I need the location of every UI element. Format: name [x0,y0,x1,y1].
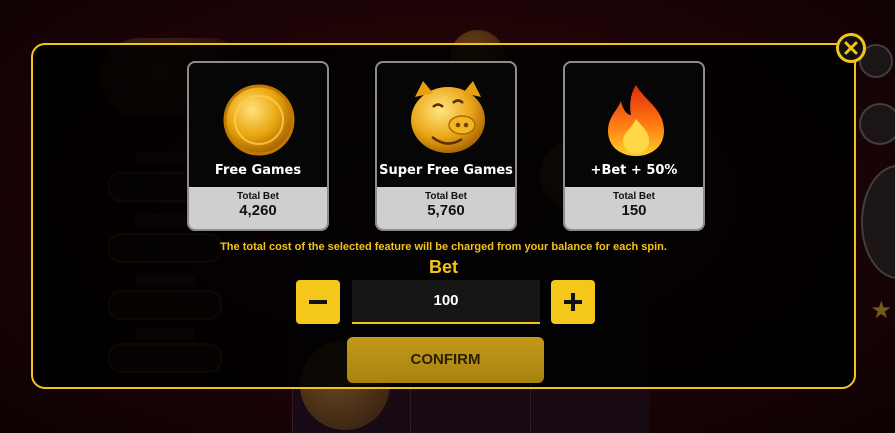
increase-bet-button[interactable] [551,280,595,324]
feature-card-free-games[interactable]: Free Games Total Bet 4,260 [187,61,329,231]
plus-icon [564,293,582,311]
bet-value-field[interactable]: 100 [352,280,540,324]
feature-card-bet-boost[interactable]: +Bet + 50% Total Bet 150 [563,61,705,231]
autoplay-button[interactable] [859,103,895,145]
total-bet-value: 150 [621,202,647,219]
close-icon [844,41,858,55]
cost-notice: The total cost of the selected feature w… [220,241,667,253]
golden-pig-icon [411,81,485,153]
spin-button[interactable] [861,165,895,279]
card-footer: Total Bet 5,760 [377,187,515,229]
gold-coin-icon [223,84,295,156]
bet-label: Bet [428,257,458,277]
feature-card-super-free-games[interactable]: Super Free Games Total Bet 5,760 [375,61,517,231]
game-screen: ★ Free Games Total Bet 4,260 Super Free … [0,0,895,433]
total-bet-value: 4,260 [239,202,277,219]
total-bet-value: 5,760 [427,202,465,219]
close-button[interactable] [836,33,866,63]
card-footer: Total Bet 150 [565,187,703,229]
decrease-bet-button[interactable] [296,280,340,324]
total-bet-label: Total Bet [424,191,468,202]
confirm-button[interactable]: CONFIRM [347,337,544,383]
star-icon[interactable]: ★ [870,296,892,324]
minus-icon [309,300,327,304]
card-title: +Bet + 50% [590,163,678,178]
card-title: Super Free Games [379,163,513,178]
flame-icon [608,85,664,156]
total-bet-label: Total Bet [612,191,656,202]
card-title: Free Games [214,163,302,178]
card-footer: Total Bet 4,260 [189,187,327,229]
total-bet-label: Total Bet [236,191,280,202]
